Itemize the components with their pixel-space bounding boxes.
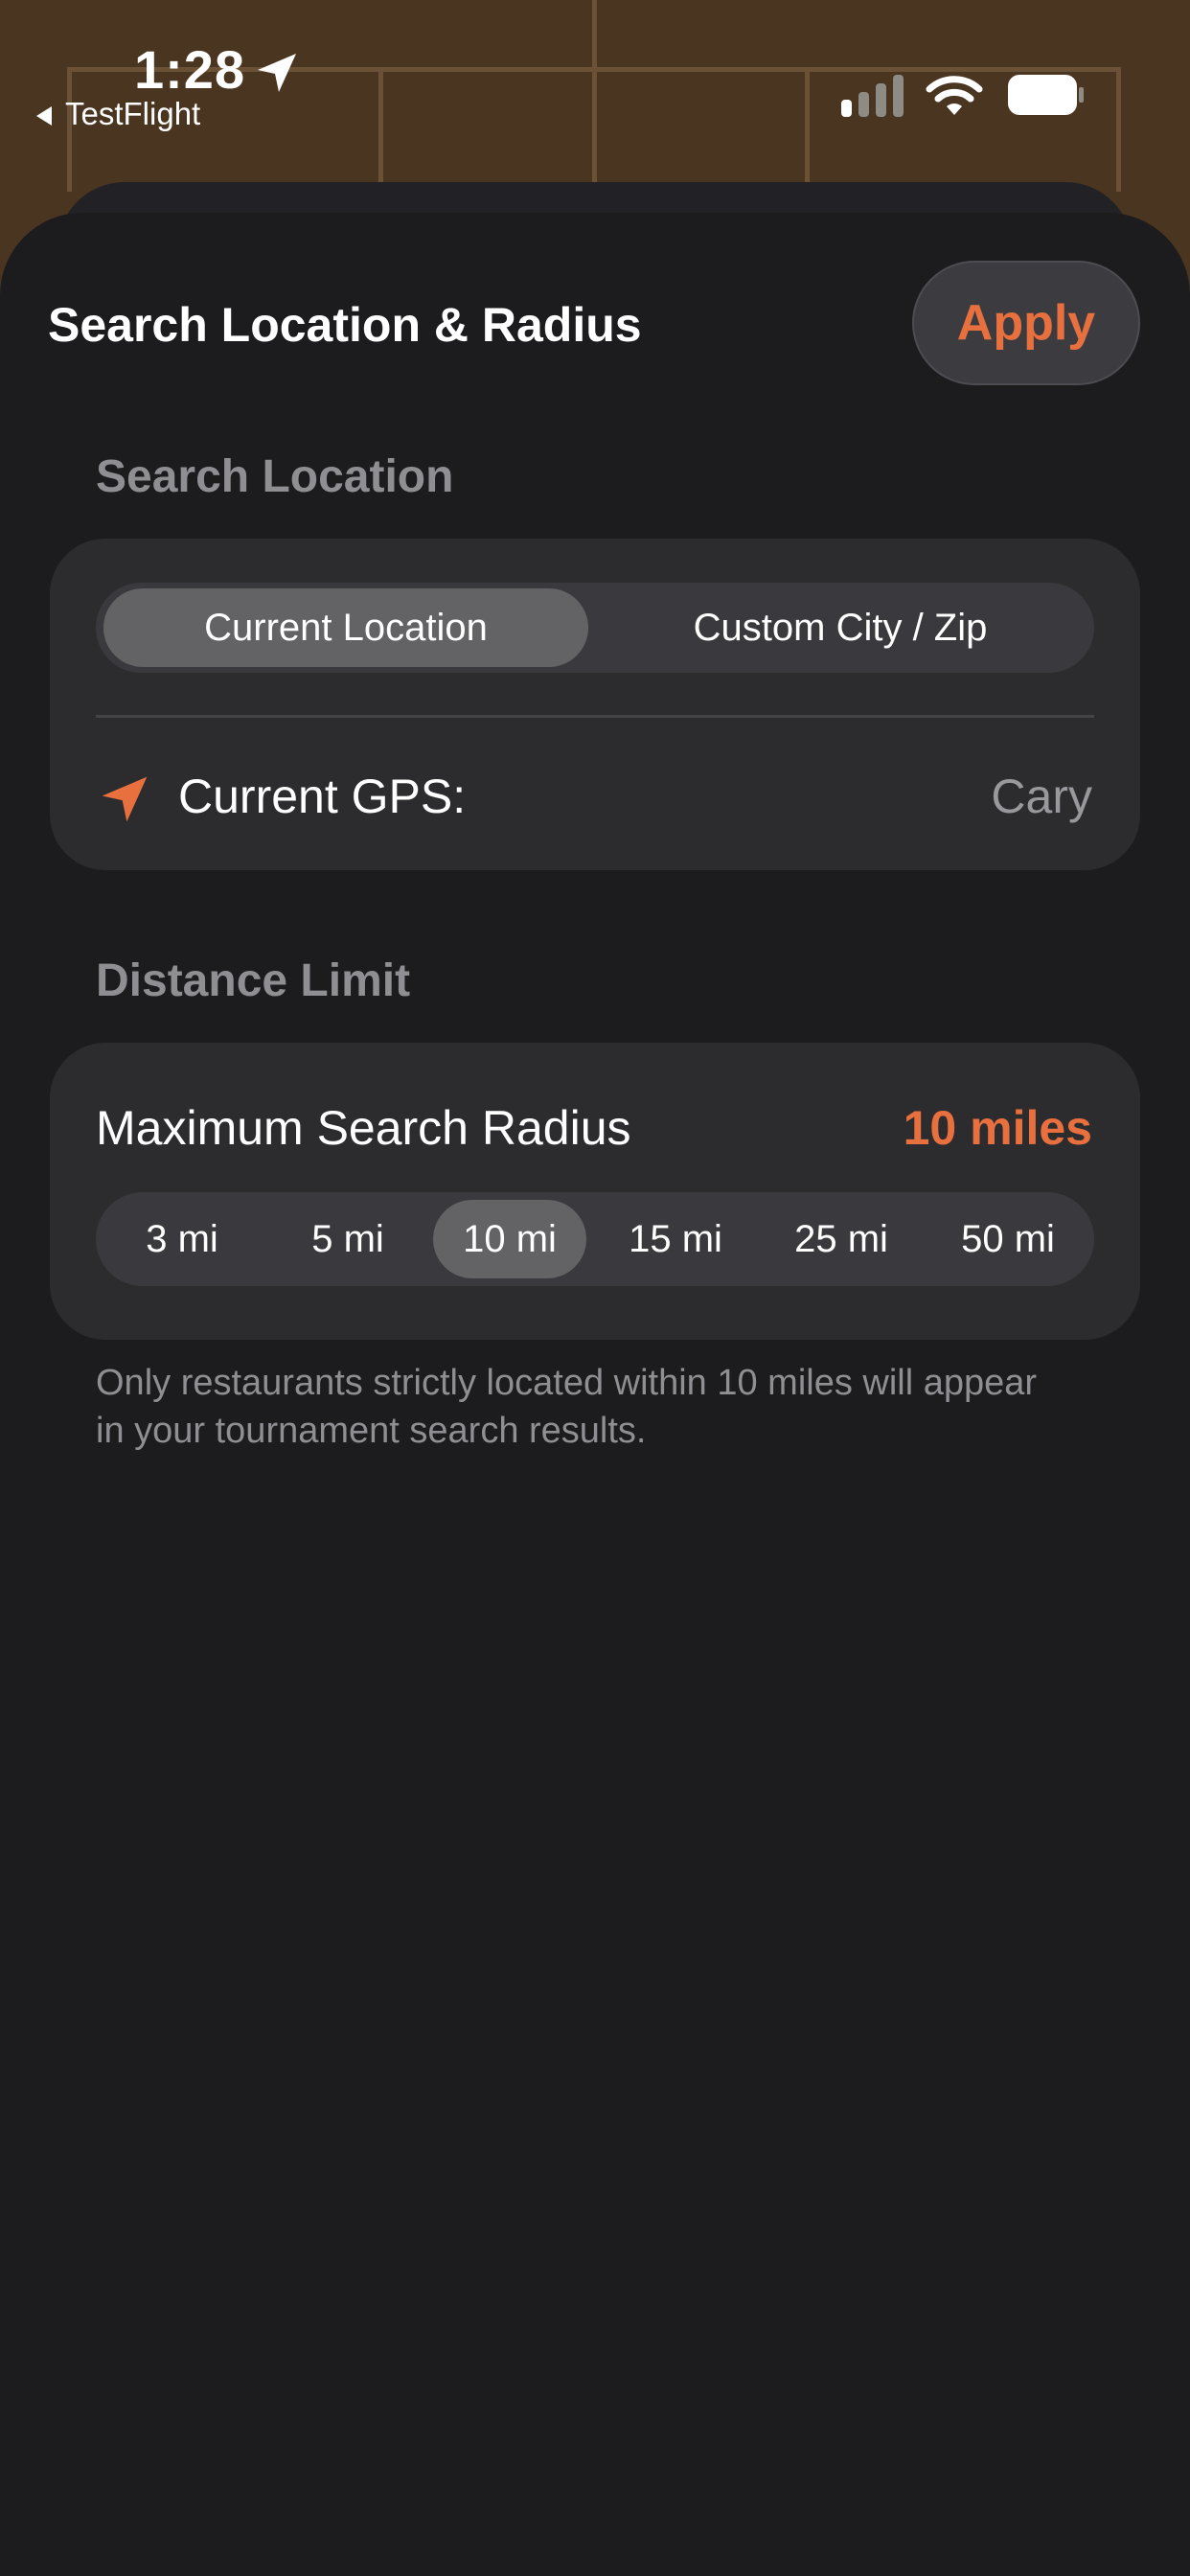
distance-limit-card: Maximum Search Radius 10 miles 3 mi 5 mi… [50, 1043, 1140, 1340]
max-radius-label: Maximum Search Radius [96, 1101, 631, 1155]
location-arrow-icon [258, 54, 296, 92]
radius-option-5mi[interactable]: 5 mi [271, 1200, 424, 1278]
current-gps-label: Current GPS: [178, 770, 467, 823]
radius-option-25mi[interactable]: 25 mi [765, 1200, 918, 1278]
status-bar: 1:28 TestFlight [0, 0, 1190, 182]
wifi-icon [926, 76, 983, 115]
radius-footnote: Only restaurants strictly located within… [96, 1363, 1038, 1451]
search-location-section-label: Search Location [96, 451, 454, 502]
max-radius-value: 10 miles [903, 1101, 1092, 1155]
back-triangle-icon [36, 106, 52, 126]
location-radius-sheet: Search Location & Radius Apply Search Lo… [0, 213, 1190, 2576]
status-time: 1:28 [134, 39, 246, 100]
location-mode-segmented-control: Current Location Custom City / Zip [96, 583, 1094, 673]
location-arrow-icon [102, 776, 148, 822]
radius-options: 3 mi 5 mi 10 mi 15 mi 25 mi 50 mi [96, 1192, 1094, 1286]
back-app-label: TestFlight [65, 96, 201, 131]
radius-option-15mi[interactable]: 15 mi [599, 1200, 752, 1278]
current-gps-value: Cary [991, 770, 1092, 823]
distance-limit-section-label: Distance Limit [96, 955, 411, 1006]
radius-option-10mi[interactable]: 10 mi [433, 1200, 586, 1278]
radius-option-3mi[interactable]: 3 mi [105, 1200, 259, 1278]
segment-custom-city-zip[interactable]: Custom City / Zip [594, 583, 1087, 673]
battery-icon [1008, 75, 1084, 115]
back-to-app-button[interactable]: TestFlight [36, 96, 200, 132]
segment-current-location[interactable]: Current Location [103, 583, 588, 673]
divider [96, 715, 1094, 718]
search-location-card: Current Location Custom City / Zip Curre… [50, 539, 1140, 870]
sheet-title: Search Location & Radius [48, 298, 642, 352]
apply-button[interactable]: Apply [912, 261, 1140, 385]
cellular-signal-icon [841, 75, 904, 117]
radius-option-50mi[interactable]: 50 mi [931, 1200, 1085, 1278]
